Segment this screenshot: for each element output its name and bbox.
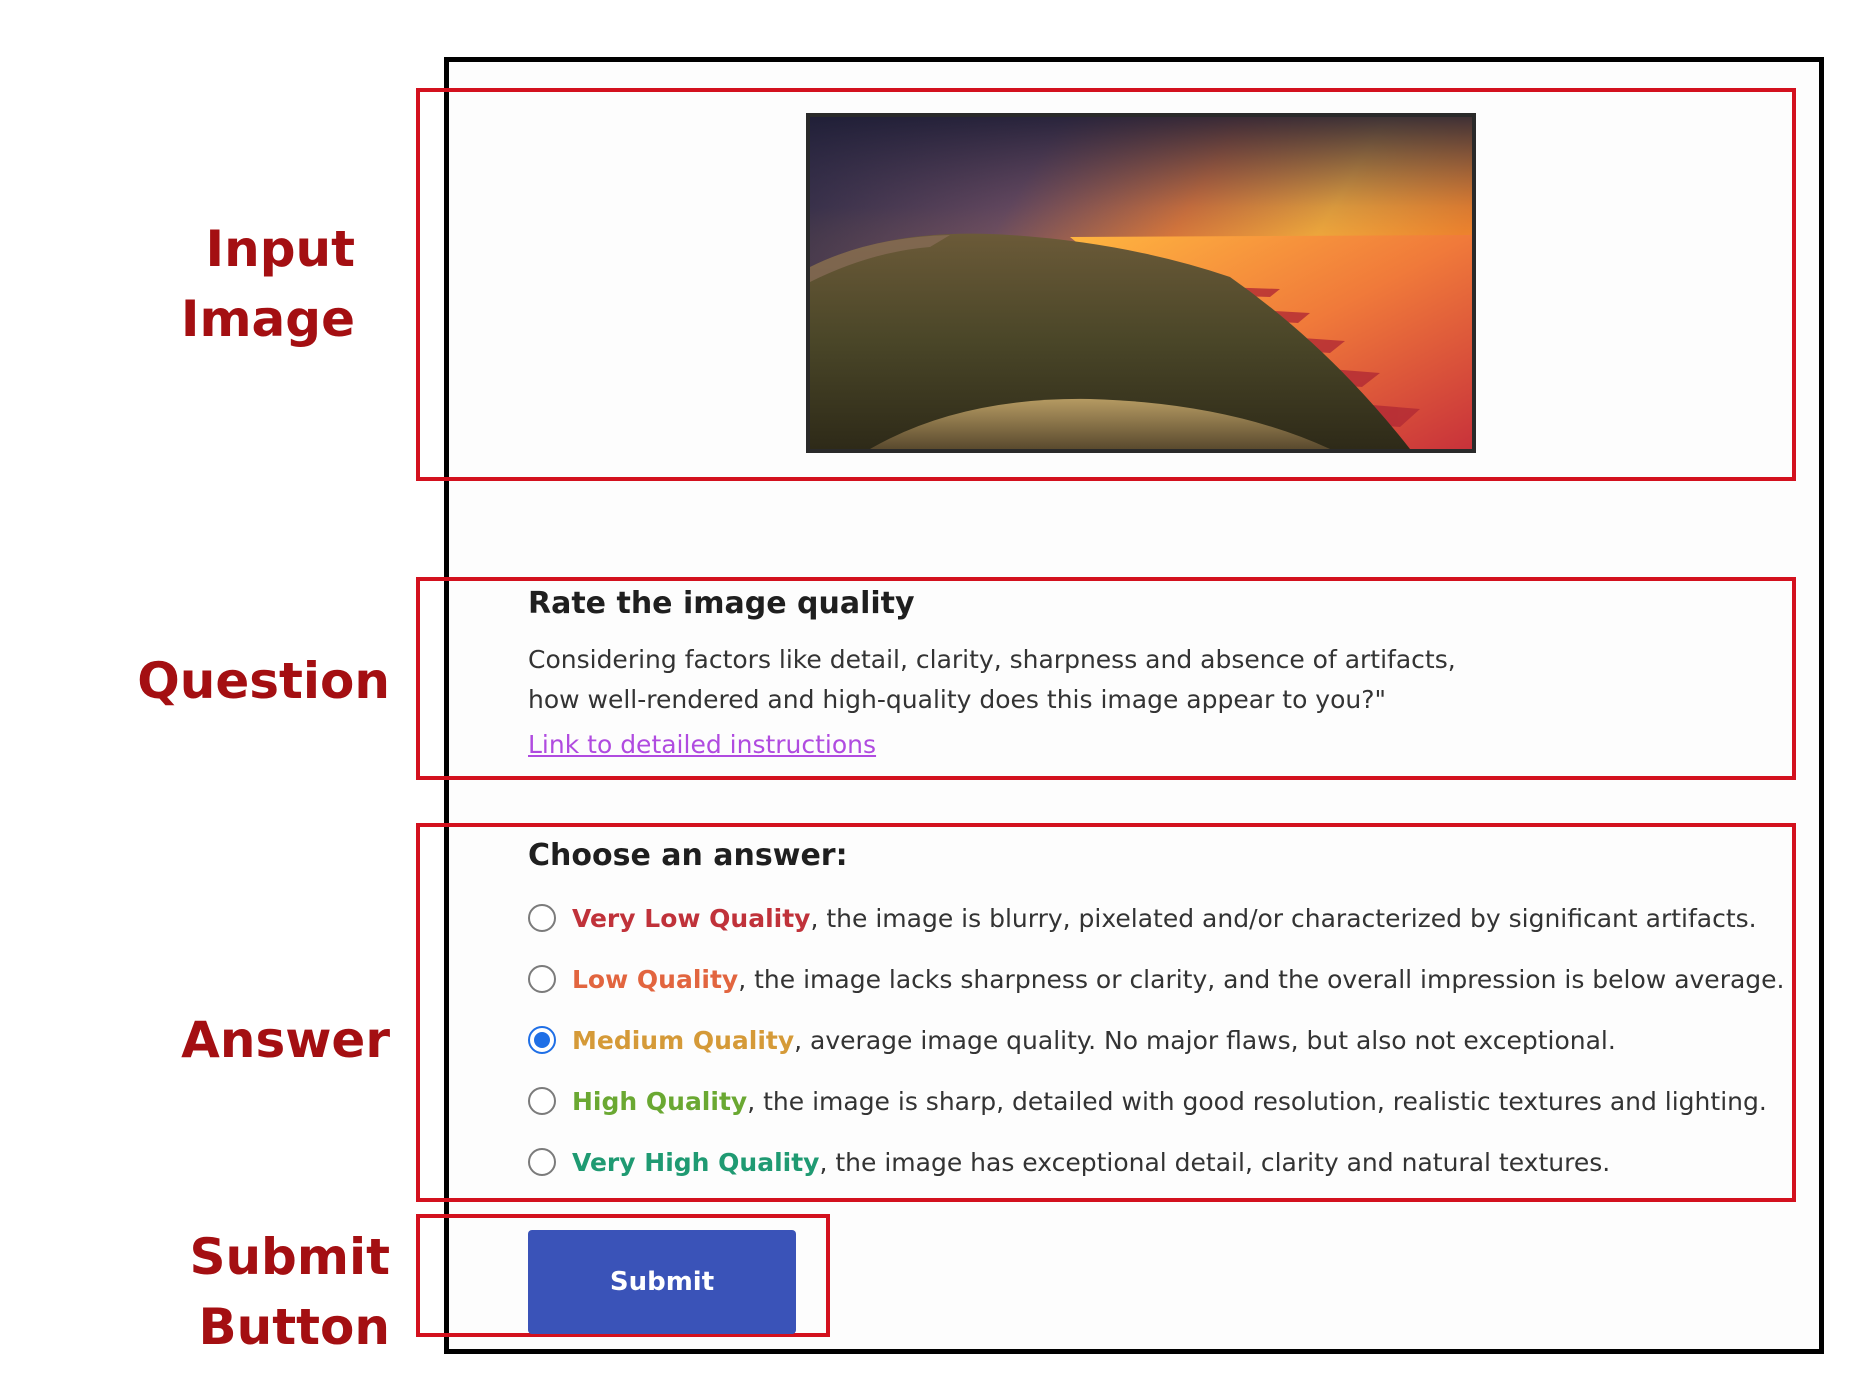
annotation-line: Answer xyxy=(181,1011,390,1069)
option-name: Medium Quality xyxy=(572,1025,795,1055)
option-description: , the image has exceptional detail, clar… xyxy=(819,1147,1611,1177)
option-name: High Quality xyxy=(572,1086,748,1116)
annotation-line: Image xyxy=(180,290,355,348)
option-name: Very High Quality xyxy=(572,1147,820,1177)
radio-button[interactable] xyxy=(528,965,556,993)
option-name: Very Low Quality xyxy=(572,903,811,933)
option-description: , the image is blurry, pixelated and/or … xyxy=(810,903,1757,933)
option-description: , the image lacks sharpness or clarity, … xyxy=(738,964,1785,994)
question-text: Considering factors like detail, clarity… xyxy=(528,640,1456,720)
annotation-input-image: Input Image xyxy=(150,214,355,354)
radio-button[interactable] xyxy=(528,1087,556,1115)
question-line: how well-rendered and high-quality does … xyxy=(528,685,1387,714)
annotation-line: Input xyxy=(205,220,356,278)
option-description: , average image quality. No major flaws,… xyxy=(794,1025,1616,1055)
annotation-line: Button xyxy=(198,1298,390,1356)
radio-button[interactable] xyxy=(528,904,556,932)
answer-option-very-high[interactable]: Very High Quality, the image has excepti… xyxy=(528,1142,1610,1182)
annotation-line: Submit xyxy=(189,1228,390,1286)
radio-button[interactable] xyxy=(528,1026,556,1054)
annotation-line: Question xyxy=(137,652,390,710)
answer-option-medium[interactable]: Medium Quality, average image quality. N… xyxy=(528,1020,1616,1060)
annotation-answer: Answer xyxy=(140,1005,390,1075)
answer-option-low[interactable]: Low Quality, the image lacks sharpness o… xyxy=(528,959,1784,999)
detailed-instructions-link[interactable]: Link to detailed instructions xyxy=(528,730,876,759)
highlight-input-image xyxy=(416,88,1796,481)
answer-title: Choose an answer: xyxy=(528,838,848,873)
radio-button[interactable] xyxy=(528,1148,556,1176)
option-name: Low Quality xyxy=(572,964,739,994)
submit-button[interactable]: Submit xyxy=(528,1230,796,1334)
question-line: Considering factors like detail, clarity… xyxy=(528,645,1456,674)
annotation-question: Question xyxy=(100,646,390,716)
answer-option-very-low[interactable]: Very Low Quality, the image is blurry, p… xyxy=(528,898,1757,938)
option-description: , the image is sharp, detailed with good… xyxy=(747,1086,1767,1116)
question-title: Rate the image quality xyxy=(528,586,915,621)
answer-option-high[interactable]: High Quality, the image is sharp, detail… xyxy=(528,1081,1767,1121)
annotation-submit-button: Submit Button xyxy=(150,1222,390,1362)
